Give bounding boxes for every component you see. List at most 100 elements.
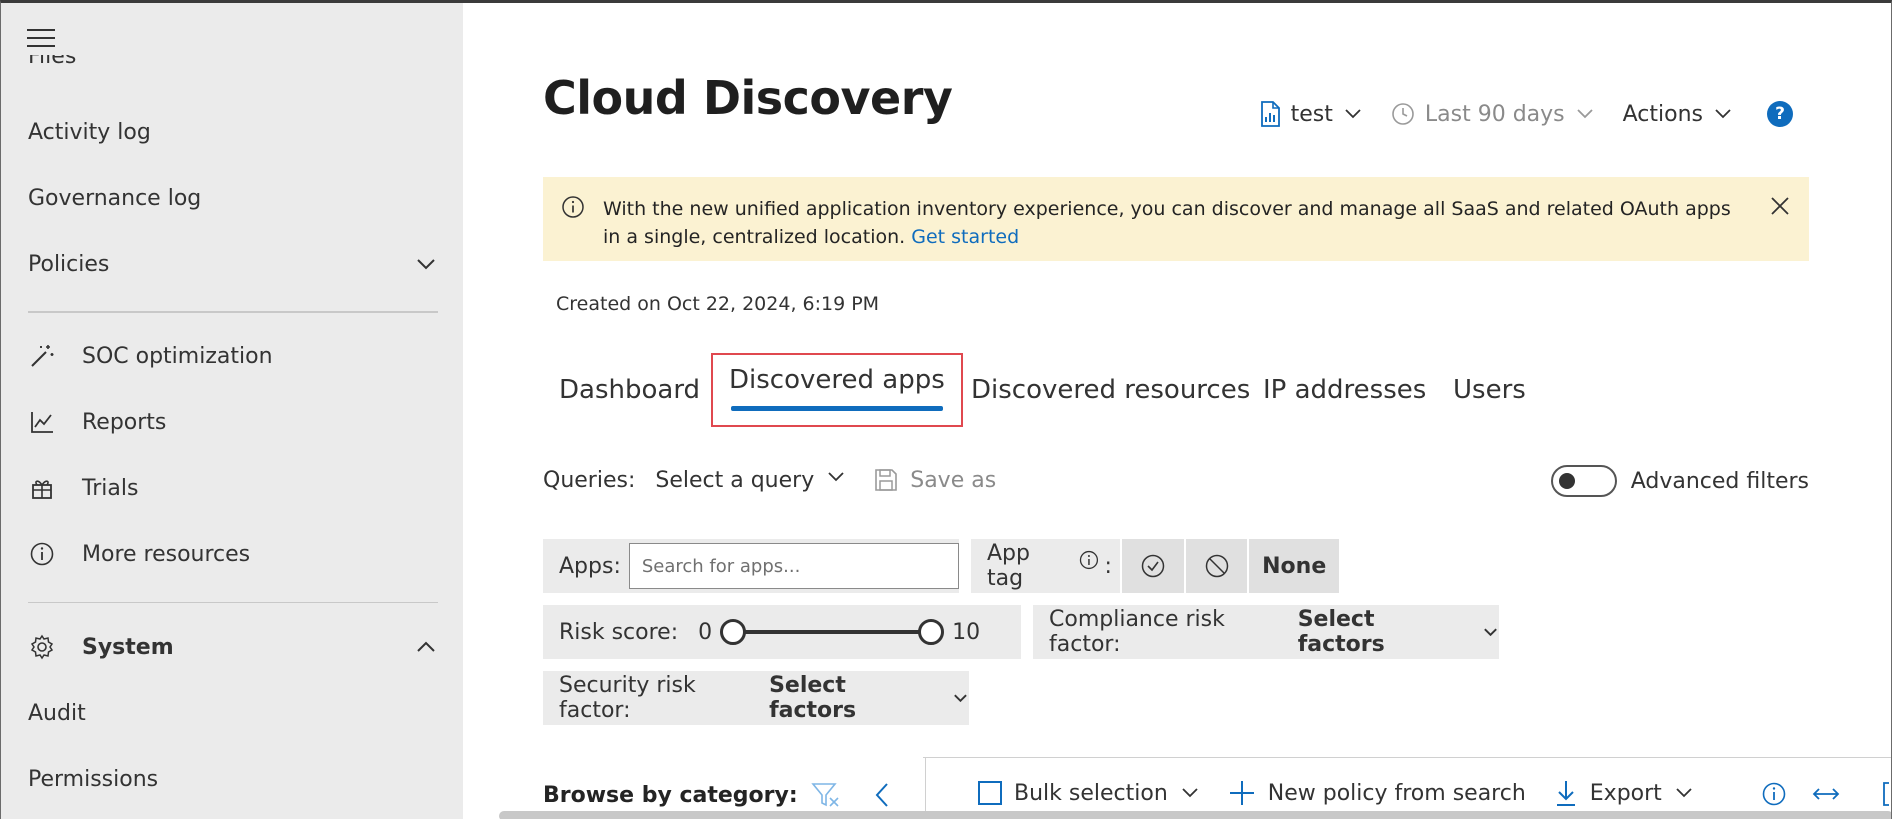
new-policy-from-search-button[interactable]: New policy from search [1228,779,1526,807]
bulk-selection-button[interactable]: Bulk selection [978,781,1200,806]
security-risk-factor-dropdown[interactable]: Security risk factor: Select factors [543,671,969,725]
compliance-risk-factor-dropdown[interactable]: Compliance risk factor: Select factors [1033,605,1499,659]
sidebar-item-label: SOC optimization [82,343,273,369]
sanctioned-tag-button[interactable] [1119,539,1184,593]
app-tag-filter: App tag : None [971,539,1339,593]
sidebar-item-label: Reports [82,409,167,435]
tab-ip-addresses[interactable]: IP addresses [1263,353,1426,427]
unsanctioned-tag-button[interactable] [1183,539,1248,593]
help-icon[interactable]: ? [1767,101,1793,127]
chevron-down-icon [826,467,846,493]
horizontal-scrollbar[interactable] [499,811,1891,819]
risk-score-label: Risk score: [559,619,679,645]
section-divider [923,757,1891,758]
sidebar-item-governance-log[interactable]: Governance log [28,178,438,218]
block-icon [1205,554,1228,578]
chart-line-icon [28,408,56,436]
search-apps-input[interactable] [628,543,959,589]
apps-toolbar: Bulk selection New policy from search Ex… [978,779,1722,807]
sidebar-item-reports[interactable]: Reports [28,402,438,442]
actions-menu[interactable]: Actions [1623,102,1733,127]
query-select[interactable]: Select a query [655,467,846,493]
risk-score-filter: Risk score: 0 10 [543,605,1021,659]
chevron-down-icon [1484,628,1497,637]
sidebar-item-policies[interactable]: Policies [28,244,438,284]
bracket-icon[interactable] [1881,781,1891,807]
chevron-down-icon [417,259,435,270]
check-circle-icon [1141,554,1165,578]
export-button[interactable]: Export [1554,779,1694,807]
hamburger-menu-icon[interactable] [27,29,55,49]
clear-filter-icon[interactable] [811,781,841,809]
apps-filter: Apps: [543,539,959,593]
chevron-down-icon [1575,104,1595,124]
tab-discovered-resources[interactable]: Discovered resources [971,353,1250,427]
page-title: Cloud Discovery [543,71,953,125]
apps-label: Apps: [559,553,621,579]
none-tag-button[interactable]: None [1247,539,1339,593]
sidebar-item-files[interactable]: Files [28,55,76,73]
sidebar-item-system[interactable]: System [28,627,438,667]
checkbox[interactable] [978,781,1002,805]
pane-divider [925,757,926,819]
risk-min-value: 0 [698,619,713,645]
risk-score-slider[interactable] [720,617,945,647]
chevron-down-icon [1674,783,1694,803]
sidebar-item-label: Activity log [28,119,151,145]
info-banner: With the new unified application invento… [543,177,1809,261]
sidebar-item-audit[interactable]: Audit [28,693,438,733]
info-icon[interactable] [1761,781,1787,807]
app-window: Files Activity log Governance log Polici… [0,0,1892,819]
tab-dashboard[interactable]: Dashboard [559,353,700,427]
queries-label: Queries: [543,467,636,493]
sidebar: Files Activity log Governance log Polici… [1,3,463,819]
top-actions: test Last 90 days Actions ? [1231,101,1793,127]
tab-discovered-apps[interactable]: Discovered apps [711,353,963,427]
sidebar-divider [28,602,438,603]
sidebar-item-soc-optimization[interactable]: SOC optimization [28,336,438,376]
advanced-filters: Advanced filters [1550,465,1809,497]
sidebar-item-activity-log[interactable]: Activity log [28,112,438,152]
sidebar-item-label: More resources [82,541,251,567]
save-icon [874,468,898,492]
banner-text: With the new unified application invento… [603,198,1731,248]
sidebar-item-trials[interactable]: Trials [28,468,438,508]
expand-horizontal-icon[interactable] [1811,783,1841,805]
trials-icon [28,474,56,502]
queries-bar: Queries: Select a query Save as [543,467,996,493]
advanced-filters-toggle[interactable] [1550,465,1617,497]
created-on-text: Created on Oct 22, 2024, 6:19 PM [556,293,880,315]
get-started-link[interactable]: Get started [911,226,1019,248]
active-tab-indicator [731,406,943,411]
chevron-down-icon [954,694,967,703]
report-file-icon [1259,101,1281,127]
chevron-down-icon [1180,783,1200,803]
info-icon [561,195,585,223]
clock-icon [1391,102,1415,126]
time-period-selector[interactable]: Last 90 days [1391,102,1595,127]
info-icon[interactable] [1079,550,1099,570]
risk-max-handle[interactable] [918,619,945,645]
chevron-up-icon [417,641,435,652]
app-tag-label: App tag [987,541,1030,591]
advanced-filters-label: Advanced filters [1630,468,1809,494]
wand-icon [28,342,56,370]
info-icon [28,540,56,568]
sidebar-item-label: Trials [82,475,139,501]
chevron-left-icon[interactable] [871,781,893,809]
sidebar-divider [28,311,438,313]
chevron-down-icon [1343,104,1363,124]
download-icon [1554,779,1578,807]
close-icon[interactable] [1769,195,1791,221]
report-selector[interactable]: test [1259,101,1363,127]
sidebar-item-label: Audit [28,700,86,726]
main-content: Cloud Discovery test Last 90 days Action… [463,3,1891,819]
sidebar-item-more-resources[interactable]: More resources [28,534,438,574]
save-as-button[interactable]: Save as [874,468,996,493]
plus-icon [1228,779,1256,807]
sidebar-item-permissions[interactable]: Permissions [28,759,438,799]
risk-min-handle[interactable] [720,619,747,645]
tab-users[interactable]: Users [1453,353,1526,427]
gear-icon [28,633,56,661]
risk-max-value: 10 [952,619,981,645]
